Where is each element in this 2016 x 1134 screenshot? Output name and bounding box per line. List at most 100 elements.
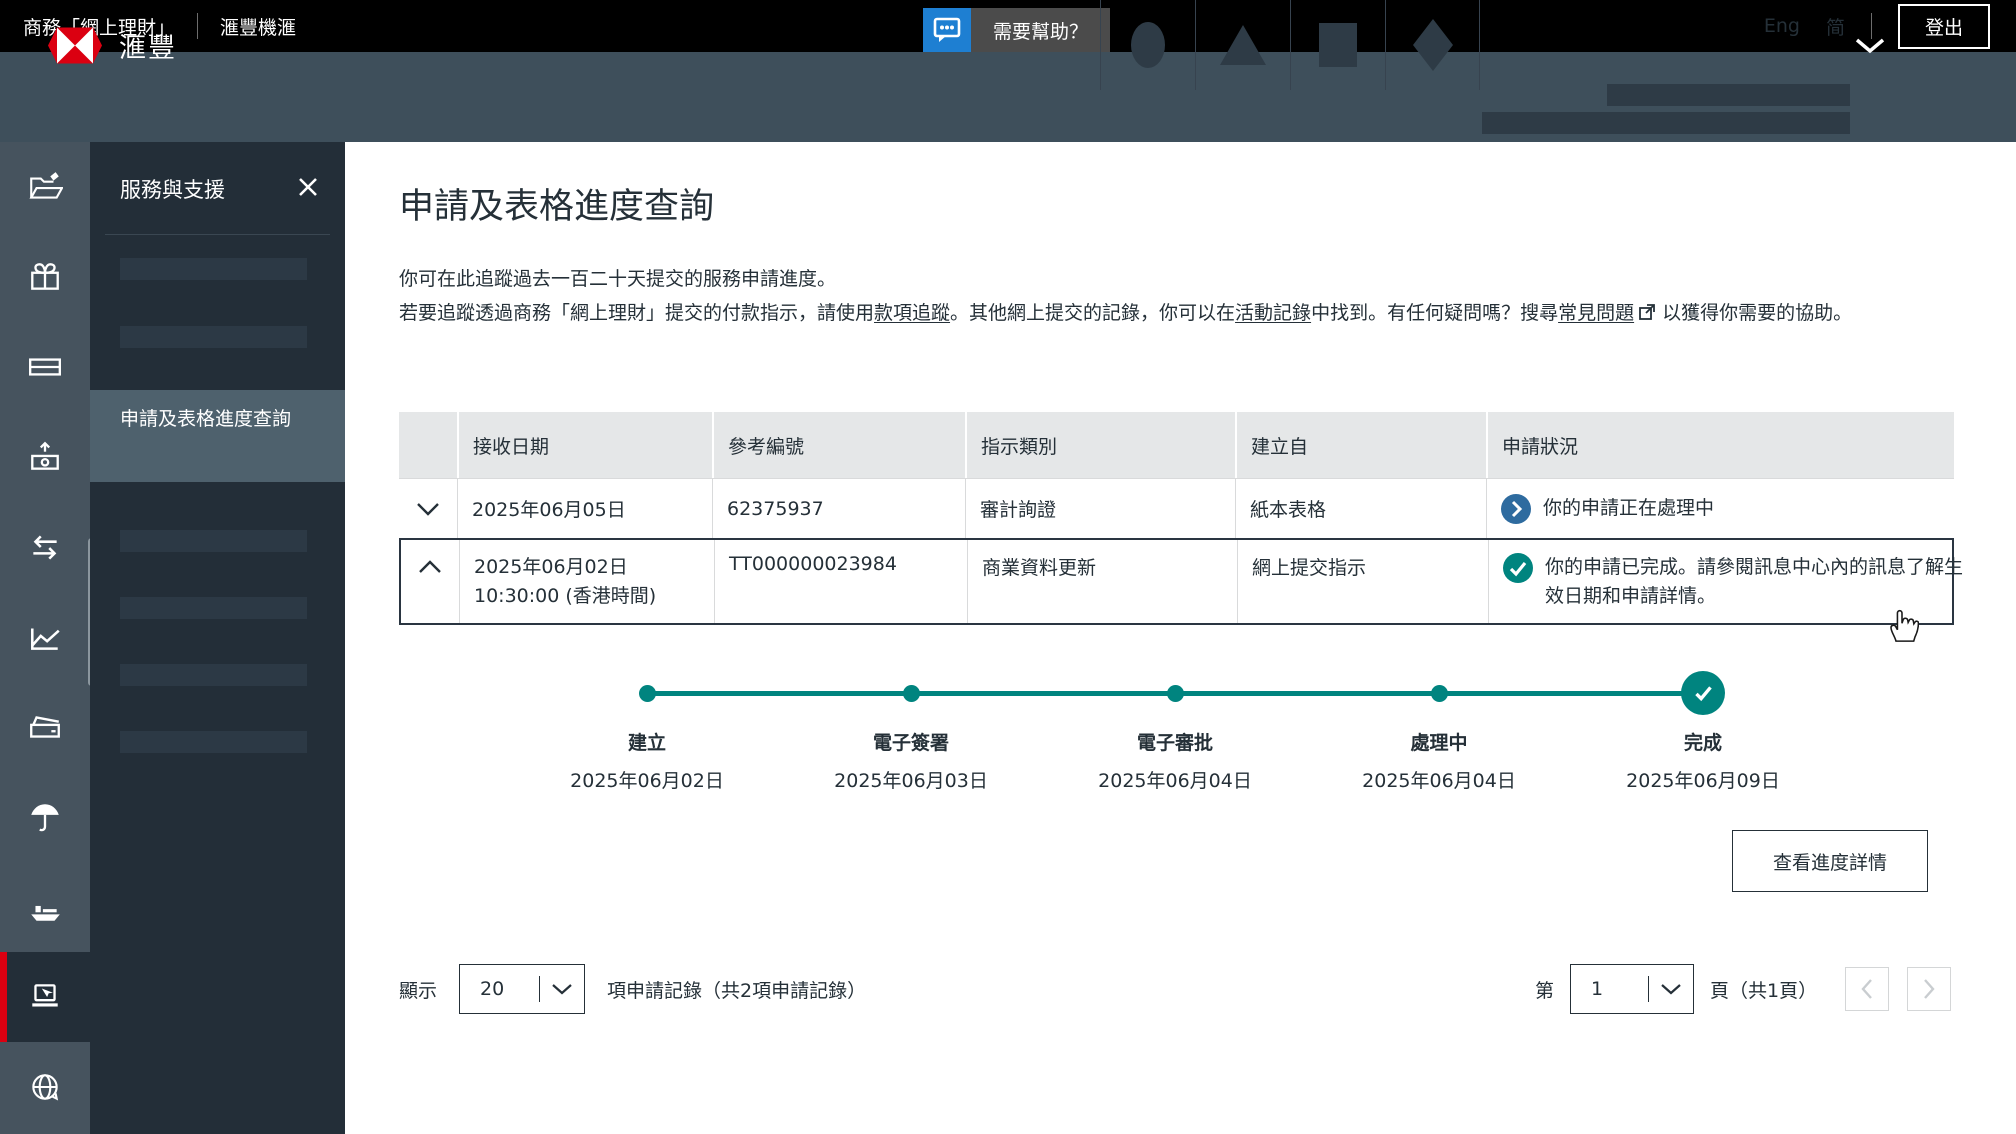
- applications-table: 接收日期 參考編號 指示類別 建立自 申請狀況 2025年06月05日 6237…: [399, 412, 1963, 625]
- cell-instruction-type: 審計詢證: [965, 479, 1235, 538]
- topbar-divider: [197, 13, 199, 39]
- chevron-down-icon: [1649, 983, 1693, 995]
- step-label: 電子審批: [1136, 732, 1213, 754]
- chevron-down-icon: [1855, 38, 1885, 54]
- table-row[interactable]: 2025年06月05日 62375937 審計詢證 紙本表格 你的申請正在處理中: [399, 478, 1954, 538]
- sidebar-item-payments[interactable]: [0, 412, 90, 502]
- page-navigation-control: 第 1 頁（共1頁）: [1535, 964, 1817, 1014]
- page-number-select[interactable]: 1: [1570, 964, 1695, 1014]
- banknote-arrow-icon: [31, 441, 59, 470]
- intro-paragraph: 你可在此追蹤過去一百二十天提交的服務申請進度。: [399, 268, 837, 290]
- progress-timeline: 建立 2025年06月02日 電子簽署 2025年06月03日 電子審批 202…: [515, 670, 1835, 810]
- header-nav-placeholders: [1100, 0, 1480, 90]
- panel-title: 服務與支援: [120, 178, 225, 202]
- paragraph-text: 。其他網上提交的記錄，你可以在: [950, 302, 1236, 324]
- cell-received-date: 2025年06月02日 10:30:00 (香港時間): [459, 540, 714, 623]
- sidebar-icon-rail: [0, 142, 90, 1134]
- hsbc-logo[interactable]: 滙豐: [48, 0, 177, 90]
- page-number-value: 1: [1591, 978, 1604, 1000]
- sidebar-item-insurance[interactable]: [0, 772, 90, 862]
- cell-status: 你的申請已完成。請參閱訊息中心內的訊息了解生效日期和申請詳情。: [1488, 540, 1963, 623]
- main-content: 申請及表格進度查詢 你可在此追蹤過去一百二十天提交的服務申請進度。 若要追蹤透過…: [345, 142, 2016, 1134]
- sidebar-item-cards[interactable]: [0, 682, 90, 772]
- status-text: 你的申請正在處理中: [1543, 497, 1715, 519]
- expand-row-button[interactable]: [399, 479, 457, 538]
- paragraph-text: 以獲得你需要的協助。: [1662, 302, 1853, 324]
- chat-bubble-icon: [923, 8, 971, 52]
- step-label: 完成: [1683, 732, 1722, 754]
- sidebar-item-cheques[interactable]: [0, 322, 90, 412]
- step-check-icon: [1681, 671, 1725, 715]
- logo-text: 滙豐: [119, 32, 177, 64]
- page-size-value: 20: [480, 978, 505, 1000]
- nav-placeholder-triangle[interactable]: [1195, 0, 1290, 90]
- panel-skeleton-item: [120, 731, 307, 753]
- table-row-expanded[interactable]: 2025年06月02日 10:30:00 (香港時間) TT00000002398…: [399, 538, 1963, 625]
- panel-close-button[interactable]: [297, 176, 319, 198]
- brand-hsbc-vision-go[interactable]: 滙豐機滙: [220, 13, 296, 40]
- cell-received-date: 2025年06月05日: [457, 479, 712, 538]
- page-suffix-label: 頁（共1頁）: [1710, 979, 1818, 1002]
- page-size-select[interactable]: 20: [459, 964, 586, 1014]
- laptop-cursor-icon: [32, 984, 58, 1007]
- column-header-reference: 參考編號: [712, 412, 965, 478]
- hsbc-hexagon-icon: [48, 27, 102, 63]
- cards-icon: [30, 716, 60, 738]
- previous-page-button[interactable]: [1845, 967, 1889, 1011]
- step-dot-icon: [1166, 685, 1184, 702]
- sidebar-item-service-support[interactable]: [0, 952, 90, 1042]
- folder-pen-icon: [29, 172, 63, 199]
- view-progress-details-button[interactable]: 查看進度詳情: [1732, 830, 1928, 892]
- umbrella-icon: [31, 804, 59, 832]
- chevron-left-icon: [1861, 979, 1872, 999]
- square-icon: [1319, 23, 1357, 67]
- sidebar-item-offers[interactable]: [0, 232, 90, 322]
- language-english-link[interactable]: Eng: [1764, 15, 1800, 37]
- cell-instruction-type: 商業資料更新: [967, 540, 1237, 623]
- panel-skeleton-item: [120, 664, 307, 686]
- sidebar-item-accounts[interactable]: [0, 142, 90, 232]
- nav-placeholder-circle[interactable]: [1100, 0, 1195, 90]
- sidebar-item-global[interactable]: [0, 1042, 90, 1132]
- step-dot-icon: [902, 685, 920, 702]
- cell-created-from: 網上提交指示: [1237, 540, 1488, 623]
- table-header-row: 接收日期 參考編號 指示類別 建立自 申請狀況: [399, 412, 1954, 478]
- status-complete-icon: [1503, 553, 1533, 583]
- status-processing-icon: [1501, 493, 1531, 524]
- step-date: 2025年06月04日: [1098, 770, 1252, 792]
- step-label: 建立: [627, 732, 666, 754]
- step-date: 2025年06月02日: [570, 770, 724, 792]
- panel-skeleton-item: [120, 326, 307, 348]
- globe-icon: [32, 1074, 59, 1101]
- sidebar-item-transfers[interactable]: [0, 502, 90, 592]
- header-skeleton-bar: [1607, 84, 1850, 106]
- faq-link[interactable]: 常見問題: [1558, 302, 1634, 324]
- language-simplified-link[interactable]: 简: [1826, 13, 1845, 40]
- sidebar-item-trade[interactable]: [0, 862, 90, 952]
- next-page-button[interactable]: [1907, 967, 1951, 1011]
- step-label: 電子簽署: [872, 732, 949, 754]
- date-line: 2025年06月02日: [474, 556, 628, 578]
- ship-icon: [31, 905, 60, 921]
- need-help-button[interactable]: 需要幫助？: [923, 8, 1111, 52]
- panel-item-label: 申請及表格進度查詢: [120, 408, 292, 430]
- column-header-created-from: 建立自: [1235, 412, 1486, 478]
- logout-button[interactable]: 登出: [1897, 3, 1990, 49]
- step-label: 處理中: [1410, 732, 1468, 754]
- paragraph-text: 若要追蹤透過商務「網上理財」提交的付款指示，請使用: [399, 302, 875, 324]
- chevron-down-icon: [417, 502, 439, 516]
- column-header-received-date: 接收日期: [457, 412, 712, 478]
- nav-placeholder-square[interactable]: [1290, 0, 1385, 90]
- account-selector-chevron[interactable]: [1855, 38, 1885, 54]
- sidebar-item-investments[interactable]: [0, 592, 90, 682]
- collapse-row-button[interactable]: [401, 540, 459, 623]
- cheque-icon: [29, 358, 61, 376]
- chevron-down-icon: [540, 983, 584, 995]
- cell-reference: TT000000023984: [714, 540, 967, 623]
- payment-tracker-link[interactable]: 款項追蹤: [874, 302, 950, 324]
- chevron-up-icon: [419, 560, 441, 573]
- activity-log-link[interactable]: 活動記錄: [1235, 302, 1311, 324]
- need-help-label: 需要幫助？: [971, 8, 1111, 52]
- panel-item-application-status[interactable]: 申請及表格進度查詢: [90, 390, 345, 482]
- nav-placeholder-diamond[interactable]: [1385, 0, 1480, 90]
